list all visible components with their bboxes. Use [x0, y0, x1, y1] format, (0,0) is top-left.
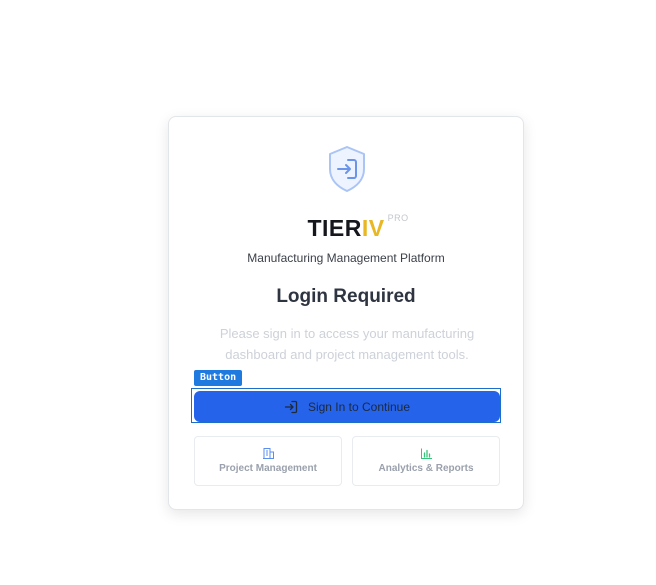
- brand-pro-badge: PRO: [387, 213, 409, 223]
- sign-in-button-label: Sign In to Continue: [307, 399, 411, 414]
- sign-in-icon: [284, 400, 298, 413]
- sign-in-button[interactable]: Sign In to Continue: [194, 391, 500, 422]
- feature-label: Project Management: [219, 463, 317, 474]
- brand-tagline: Manufacturing Management Platform: [247, 251, 445, 265]
- feature-label: Analytics & Reports: [378, 463, 474, 474]
- brand-name-accent: IV: [361, 215, 385, 241]
- login-description: Please sign in to access your manufactur…: [219, 326, 475, 362]
- brand-logo: TIERIV PRO: [169, 213, 523, 245]
- page-title: Login Required: [276, 286, 416, 307]
- shield-login-icon: [329, 146, 365, 192]
- login-card: TIERIV PRO Manufacturing Management Platf…: [168, 116, 524, 510]
- feature-project-management: Project Management: [194, 436, 342, 486]
- button-tag-label: Button: [194, 370, 243, 386]
- building-icon: [262, 448, 274, 459]
- bar-chart-icon: [420, 448, 432, 459]
- brand-name-main: TIER: [307, 215, 362, 241]
- feature-analytics-reports: Analytics & Reports: [352, 436, 500, 486]
